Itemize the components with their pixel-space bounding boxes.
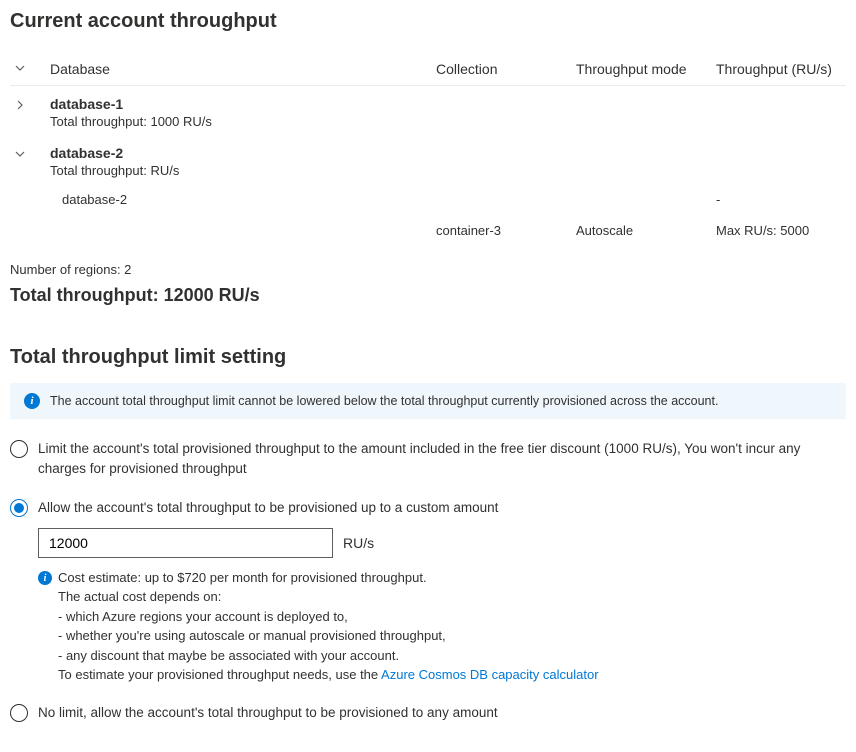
radio-button[interactable] (10, 499, 28, 517)
info-icon: i (24, 393, 40, 409)
custom-throughput-input[interactable] (38, 528, 333, 558)
regions-count: Number of regions: 2 (10, 262, 846, 277)
cost-line: - any discount that maybe be associated … (58, 646, 846, 666)
cost-line: Cost estimate: up to $720 per month for … (58, 570, 427, 585)
radio-label: Limit the account's total provisioned th… (38, 439, 846, 480)
radio-option-no-limit[interactable]: No limit, allow the account's total thro… (10, 703, 846, 723)
collection-column-header[interactable]: Collection (436, 61, 576, 77)
database-row[interactable]: database-1 Total throughput: 1000 RU/s (10, 86, 846, 135)
database-row[interactable]: database-2 Total throughput: RU/s (10, 135, 846, 184)
throughput-column-header[interactable]: Throughput (RU/s) (716, 61, 846, 77)
row-throughput: - (716, 192, 846, 207)
cost-line: - which Azure regions your account is de… (58, 607, 846, 627)
row-database: database-2 (50, 192, 436, 207)
database-name: database-1 (50, 96, 436, 112)
row-throughput: Max RU/s: 5000 (716, 223, 846, 238)
info-icon: i (38, 571, 52, 585)
info-banner-text: The account total throughput limit canno… (50, 394, 718, 408)
radio-option-custom[interactable]: Allow the account's total throughput to … (10, 498, 846, 685)
database-subtext: Total throughput: 1000 RU/s (50, 114, 436, 129)
capacity-calculator-link[interactable]: Azure Cosmos DB capacity calculator (381, 667, 598, 682)
radio-button[interactable] (10, 704, 28, 722)
database-subtext: Total throughput: RU/s (50, 163, 436, 178)
custom-throughput-unit: RU/s (343, 535, 374, 551)
radio-label: Allow the account's total throughput to … (38, 498, 846, 518)
chevron-right-icon[interactable] (10, 98, 30, 114)
row-collection: container-3 (436, 223, 576, 238)
radio-label: No limit, allow the account's total thro… (38, 703, 846, 723)
row-mode: Autoscale (576, 223, 716, 238)
cost-estimate: i Cost estimate: up to $720 per month for… (38, 568, 846, 685)
chevron-down-icon[interactable] (10, 147, 30, 163)
chevron-down-icon[interactable] (10, 61, 30, 77)
database-column-header[interactable]: Database (50, 61, 436, 77)
cost-line: To estimate your provisioned throughput … (58, 667, 381, 682)
database-name: database-2 (50, 145, 436, 161)
expand-column-header[interactable] (10, 61, 50, 77)
cost-line: The actual cost depends on: (58, 587, 846, 607)
cost-line: - whether you're using autoscale or manu… (58, 626, 846, 646)
radio-option-free-tier[interactable]: Limit the account's total provisioned th… (10, 439, 846, 480)
total-throughput: Total throughput: 12000 RU/s (10, 285, 846, 306)
mode-column-header[interactable]: Throughput mode (576, 61, 716, 77)
table-row: database-2 - (10, 184, 846, 215)
limit-section-title: Total throughput limit setting (10, 346, 846, 369)
table-row: container-3 Autoscale Max RU/s: 5000 (10, 215, 846, 246)
page-title: Current account throughput (10, 10, 846, 33)
info-banner: i The account total throughput limit can… (10, 383, 846, 419)
table-header: Database Collection Throughput mode Thro… (10, 53, 846, 86)
radio-button[interactable] (10, 440, 28, 458)
